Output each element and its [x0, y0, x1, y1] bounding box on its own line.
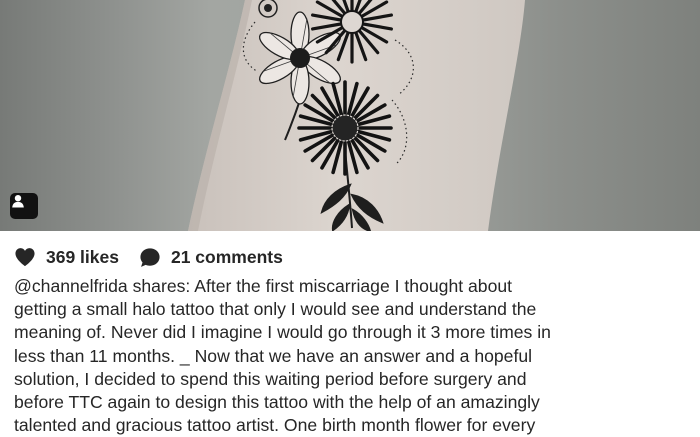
caption-line: less than 11 months. _ Now that we have …	[14, 345, 533, 366]
caption-line: talented and gracious tattoo artist. One…	[14, 415, 536, 436]
person-tag-icon[interactable]	[10, 193, 38, 219]
caption-line: solution, I decided to spend this waitin…	[14, 368, 527, 389]
comments-stat[interactable]: 21 comments	[139, 247, 283, 268]
tattoo-arm-image	[188, 0, 525, 231]
post-stats: 369 likes 21 comments	[14, 244, 283, 270]
post-photo[interactable]	[0, 0, 700, 231]
likes-count: 369 likes	[46, 246, 119, 267]
comments-count: 21 comments	[170, 246, 283, 267]
caption-line: before TTC again to design this tattoo w…	[14, 392, 540, 413]
comment-bubble-icon	[140, 247, 160, 267]
caption-line: @channelfrida shares: After the first mi…	[14, 276, 513, 296]
caption-line: getting a small halo tattoo that only I …	[14, 299, 537, 320]
caption-line: meaning of. Never did I imagine I would …	[14, 322, 551, 343]
heart-icon	[15, 248, 35, 267]
likes-stat[interactable]: 369 likes	[14, 247, 119, 268]
post-caption: @channelfrida shares: After the first mi…	[14, 275, 690, 437]
